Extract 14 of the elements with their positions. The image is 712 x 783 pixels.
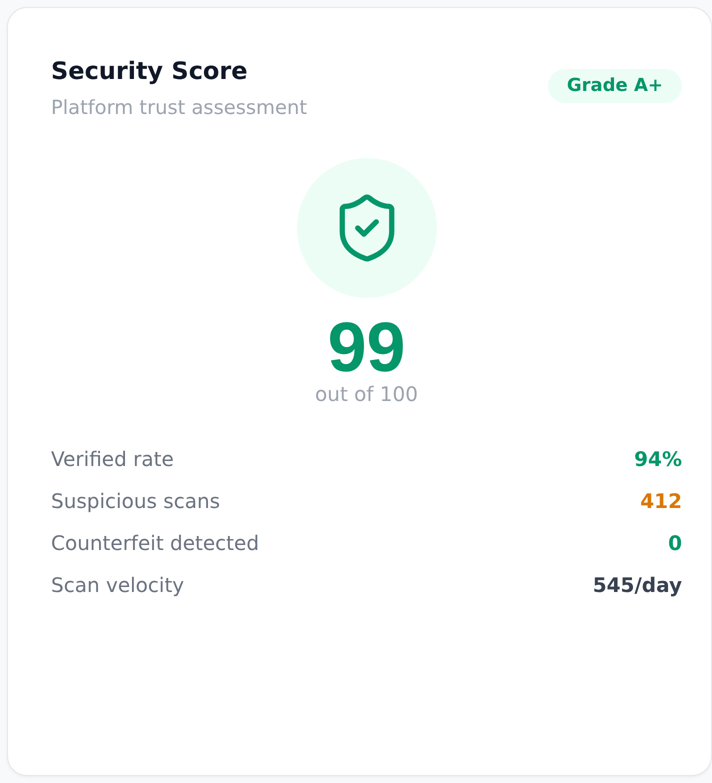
metric-value: 545/day (592, 573, 682, 597)
metric-value: 0 (668, 531, 682, 555)
metric-label: Suspicious scans (51, 489, 220, 513)
card-subtitle: Platform trust assessment (51, 96, 308, 120)
score-value: 99 (328, 313, 406, 381)
metric-label: Counterfeit detected (51, 531, 260, 555)
card-title: Security Score (51, 56, 249, 86)
grade-badge: Grade A+ (548, 69, 682, 103)
metric-label: Verified rate (51, 447, 174, 471)
metric-value: 94% (634, 447, 682, 471)
metric-value: 412 (640, 489, 682, 513)
metric-label: Scan velocity (51, 573, 184, 597)
shield-check-icon (338, 194, 394, 262)
score-caption: out of 100 (315, 383, 418, 405)
